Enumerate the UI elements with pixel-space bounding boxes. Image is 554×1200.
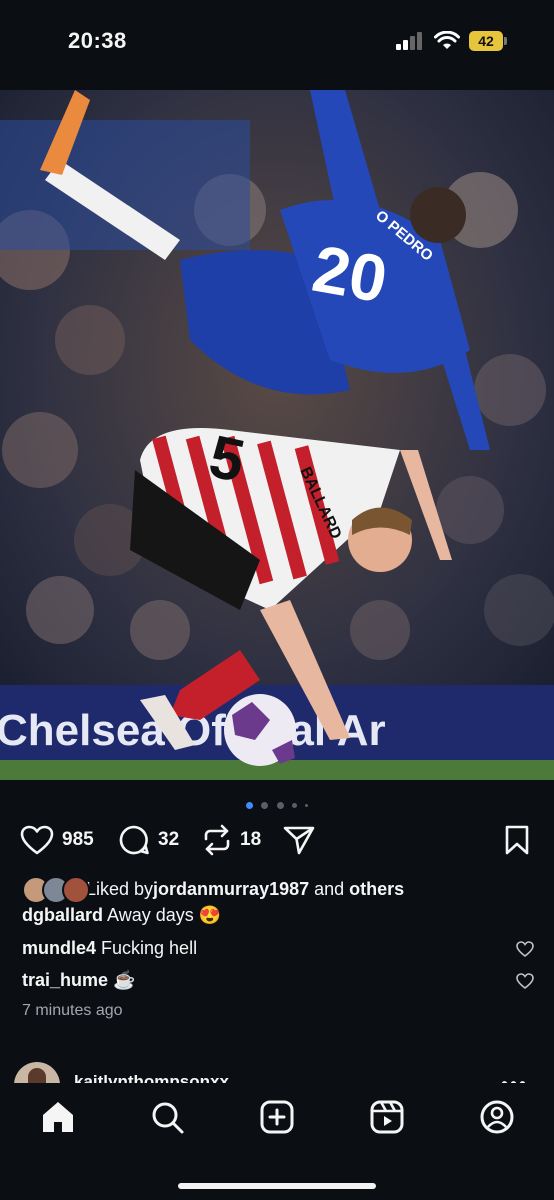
repost-button[interactable]: 18: [202, 820, 261, 860]
cellular-signal-icon: [396, 32, 422, 50]
like-count: 985: [62, 829, 94, 850]
liked-by-middle: and: [309, 878, 350, 899]
home-icon[interactable]: [40, 1099, 76, 1135]
comment-row: mundle4 Fucking hell: [22, 938, 197, 959]
comment-like-heart-icon[interactable]: [516, 941, 534, 957]
repost-icon: [204, 824, 230, 856]
status-bar: 20:38 42: [0, 0, 554, 88]
reels-icon[interactable]: [369, 1099, 405, 1135]
repost-count: 18: [240, 829, 262, 850]
profile-icon[interactable]: [479, 1099, 515, 1135]
carousel-dot-active: [245, 802, 253, 810]
carousel-dot: [276, 802, 284, 810]
carousel-dot: [261, 802, 269, 810]
avatar: [62, 876, 90, 904]
bookmark-icon: [505, 825, 529, 855]
comment-button[interactable]: 32: [118, 820, 179, 860]
comment-count: 32: [158, 829, 180, 850]
share-button[interactable]: [283, 820, 315, 860]
liked-by-user[interactable]: jordanmurray1987: [153, 879, 309, 900]
football-action-image: Chelsea Official Ar 20 O PEDRO 5 BALLARD: [0, 90, 554, 780]
post-photo[interactable]: Chelsea Official Ar 20 O PEDRO 5 BALLARD: [0, 90, 554, 780]
search-icon[interactable]: [149, 1099, 185, 1135]
liked-by[interactable]: Liked by jordanmurray1987 and others: [22, 876, 404, 904]
carousel-indicator: [0, 797, 554, 810]
post-timestamp: 7 minutes ago: [22, 1002, 123, 1019]
comment-username[interactable]: trai_hume: [22, 970, 108, 990]
home-indicator[interactable]: [178, 1183, 376, 1189]
battery-icon: 42: [469, 31, 507, 51]
liked-by-others[interactable]: others: [349, 879, 404, 900]
battery-level: 42: [469, 31, 503, 51]
carousel-dot: [291, 803, 297, 809]
player-top-number: 20: [307, 231, 392, 317]
liked-by-prefix: Liked by: [86, 878, 154, 899]
send-icon: [283, 826, 315, 855]
like-button[interactable]: 985: [20, 820, 94, 860]
comment-text: Fucking hell: [96, 938, 198, 958]
status-time: 20:38: [68, 28, 127, 53]
comment-username[interactable]: mundle4: [22, 938, 96, 958]
save-button[interactable]: [504, 820, 530, 860]
post-caption: dgballard Away days 😍: [22, 905, 221, 926]
wifi-icon: [434, 31, 460, 49]
comment-row: trai_hume ☕: [22, 970, 135, 991]
football: [224, 694, 296, 766]
liker-avatars: [22, 876, 90, 904]
create-icon[interactable]: [259, 1099, 295, 1135]
carousel-dot: [305, 804, 309, 808]
comment-icon: [119, 825, 149, 855]
post-actions: 985 32 18: [0, 820, 554, 860]
comment-like-heart-icon[interactable]: [516, 973, 534, 989]
caption-username[interactable]: dgballard: [22, 905, 103, 925]
caption-text: Away days 😍: [103, 905, 222, 925]
heart-icon: [20, 825, 54, 855]
comment-text: ☕: [108, 970, 136, 990]
